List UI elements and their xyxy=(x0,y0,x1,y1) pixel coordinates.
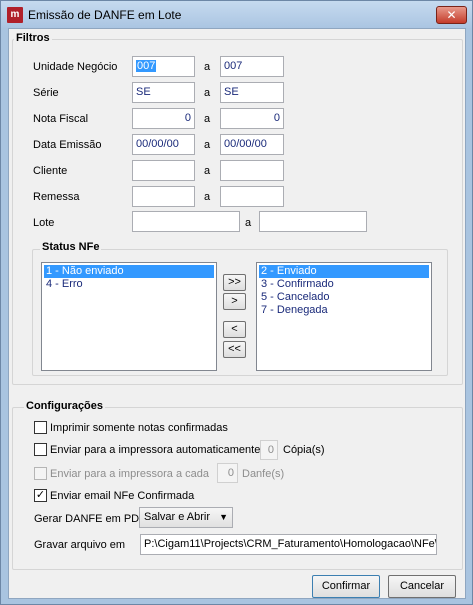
range-separator: a xyxy=(204,165,211,177)
enviar-a-cada-label: Enviar para a impressora a cada xyxy=(50,468,209,480)
enviar-impressora-checkbox[interactable] xyxy=(34,443,47,456)
nota-fiscal-to-input[interactable]: 0 xyxy=(220,108,284,129)
chevron-down-icon: ▼ xyxy=(219,512,228,522)
range-separator: a xyxy=(204,113,211,125)
gerar-pdf-value: Salvar e Abrir xyxy=(144,511,211,523)
data-emissao-label: Data Emissão xyxy=(33,139,102,151)
move-right-button[interactable]: > xyxy=(223,293,246,310)
serie-to-input[interactable]: SE xyxy=(220,82,284,103)
range-separator: a xyxy=(245,217,252,229)
unidade-negocio-from-input[interactable]: 007 xyxy=(132,56,195,77)
list-item[interactable]: 4 - Erro xyxy=(44,278,214,291)
gerar-pdf-select[interactable]: Salvar e Abrir ▼ xyxy=(139,507,233,528)
confirmar-button[interactable]: Confirmar xyxy=(312,575,380,598)
cliente-to-input[interactable] xyxy=(220,160,284,181)
list-item[interactable]: 2 - Enviado xyxy=(259,265,429,278)
data-emissao-from-input[interactable]: 00/00/00 xyxy=(132,134,195,155)
move-all-right-button[interactable]: >> xyxy=(223,274,246,291)
range-separator: a xyxy=(204,139,211,151)
filtros-title: Filtros xyxy=(14,32,52,44)
copias-input[interactable]: 0 xyxy=(260,440,278,460)
list-item[interactable]: 3 - Confirmado xyxy=(259,278,429,291)
lote-from-input[interactable] xyxy=(132,211,240,232)
app-icon: m xyxy=(7,7,23,23)
close-button[interactable]: ✕ xyxy=(436,6,467,24)
data-emissao-to-input[interactable]: 00/00/00 xyxy=(220,134,284,155)
imprimir-confirmadas-checkbox[interactable] xyxy=(34,421,47,434)
cancelar-button[interactable]: Cancelar xyxy=(388,575,456,598)
title-bar[interactable]: m Emissão de DANFE em Lote ✕ xyxy=(1,1,472,28)
gerar-pdf-label: Gerar DANFE em PDF xyxy=(34,513,146,525)
enviar-email-label[interactable]: Enviar email NFe Confirmada xyxy=(50,490,194,502)
gravar-arquivo-input[interactable]: P:\Cigam11\Projects\CRM_Faturamento\Homo… xyxy=(140,534,437,555)
gravar-arquivo-label: Gravar arquivo em xyxy=(34,539,126,551)
move-left-button[interactable]: < xyxy=(223,321,246,338)
window-title: Emissão de DANFE em Lote xyxy=(28,8,182,22)
enviar-a-cada-checkbox[interactable] xyxy=(34,467,47,480)
remessa-label: Remessa xyxy=(33,191,80,203)
remessa-to-input[interactable] xyxy=(220,186,284,207)
serie-from-input[interactable]: SE xyxy=(132,82,195,103)
list-item[interactable]: 1 - Não enviado xyxy=(44,265,214,278)
status-available-list[interactable]: 1 - Não enviado 4 - Erro xyxy=(41,262,217,371)
copias-label: Cópia(s) xyxy=(283,444,325,456)
cliente-label: Cliente xyxy=(33,165,68,177)
move-all-left-button[interactable]: << xyxy=(223,341,246,358)
range-separator: a xyxy=(204,61,211,73)
dialog-window: m Emissão de DANFE em Lote ✕ Filtros Uni… xyxy=(0,0,473,605)
range-separator: a xyxy=(204,87,211,99)
status-nfe-title: Status NFe xyxy=(40,241,102,253)
dialog-body: Filtros Unidade Negócio 007 a 007 Série … xyxy=(8,28,466,599)
lote-to-input[interactable] xyxy=(259,211,367,232)
remessa-from-input[interactable] xyxy=(132,186,195,207)
list-item[interactable]: 7 - Denegada xyxy=(259,304,429,317)
imprimir-confirmadas-label[interactable]: Imprimir somente notas confirmadas xyxy=(50,422,228,434)
nota-fiscal-from-input[interactable]: 0 xyxy=(132,108,195,129)
configuracoes-title: Configurações xyxy=(24,400,106,412)
lote-label: Lote xyxy=(33,217,55,229)
enviar-email-checkbox[interactable]: ✓ xyxy=(34,489,47,502)
unidade-negocio-to-input[interactable]: 007 xyxy=(220,56,284,77)
list-item[interactable]: 5 - Cancelado xyxy=(259,291,429,304)
nota-fiscal-label: Nota Fiscal xyxy=(33,113,89,125)
serie-label: Série xyxy=(33,87,59,99)
status-selected-list[interactable]: 2 - Enviado 3 - Confirmado 5 - Cancelado… xyxy=(256,262,432,371)
danfes-label: Danfe(s) xyxy=(242,468,285,480)
unidade-negocio-label: Unidade Negócio xyxy=(33,61,118,73)
range-separator: a xyxy=(204,191,211,203)
danfes-input: 0 xyxy=(217,463,238,483)
enviar-impressora-label[interactable]: Enviar para a impressora automaticamente xyxy=(50,444,260,456)
cliente-from-input[interactable] xyxy=(132,160,195,181)
